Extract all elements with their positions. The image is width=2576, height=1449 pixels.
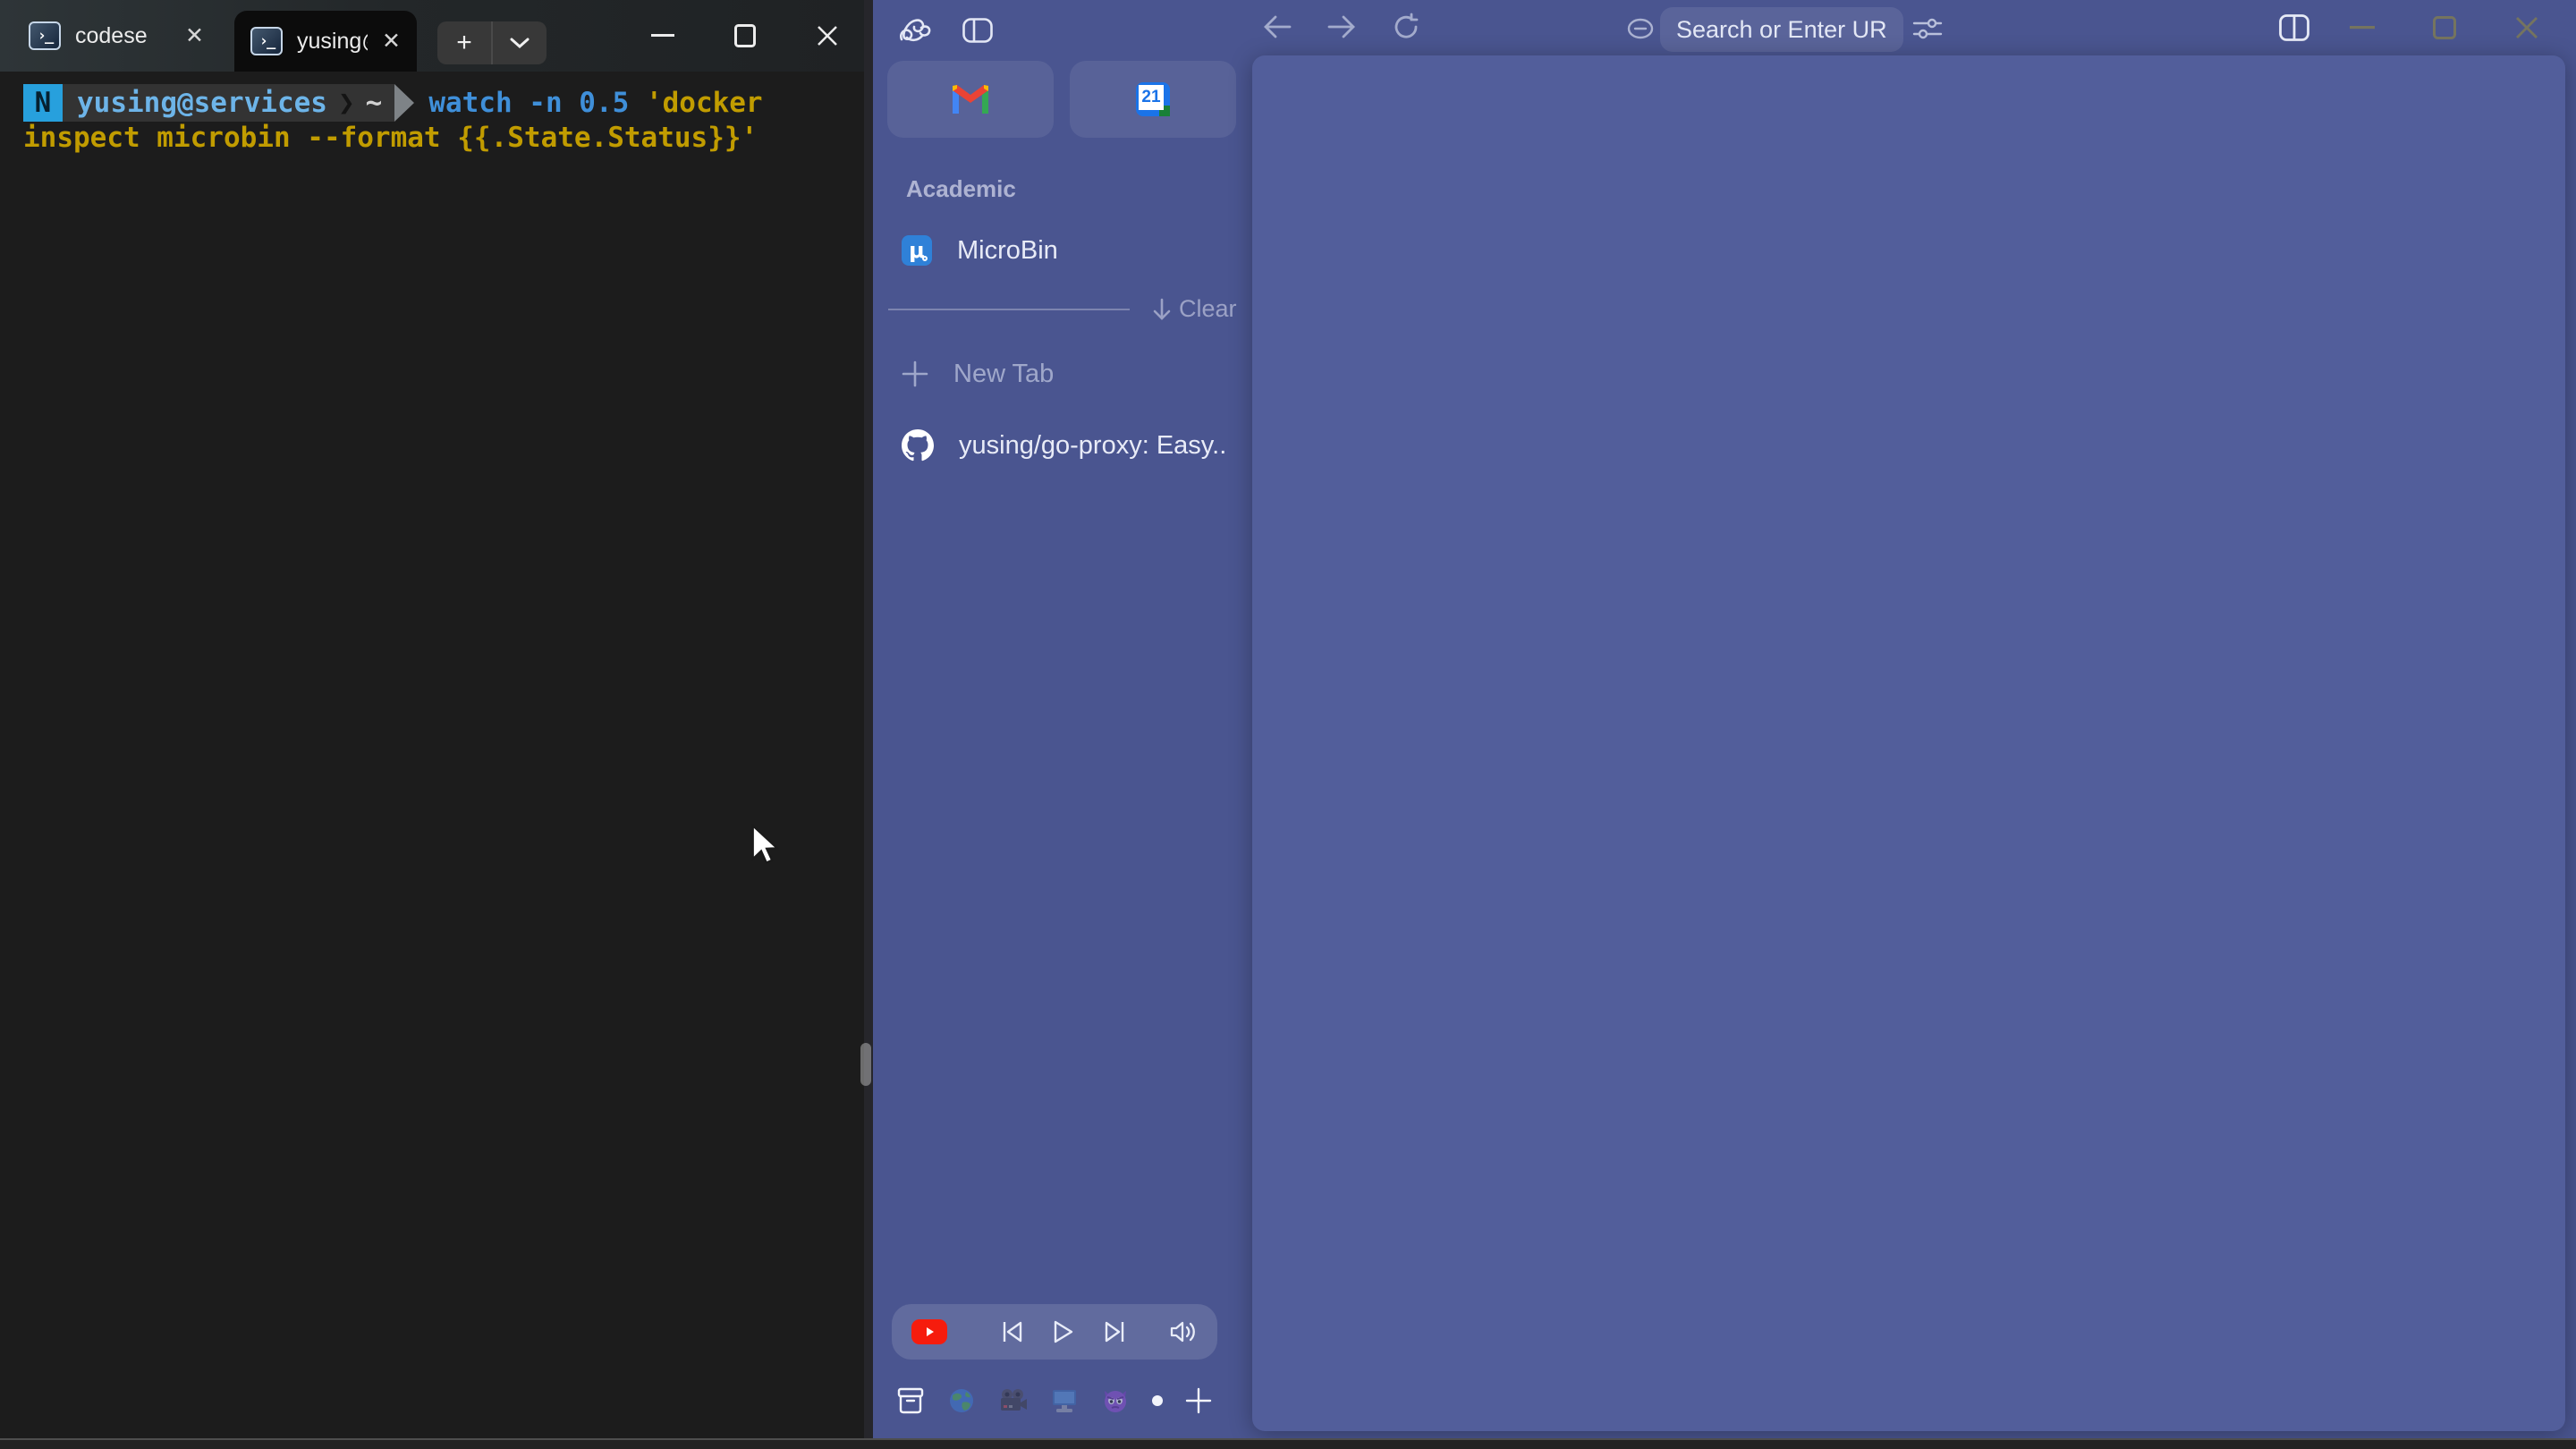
- terminal-maximize-button[interactable]: [714, 0, 776, 72]
- command-line-2: inspect microbin --format {{.State.Statu…: [23, 122, 758, 154]
- sidebar-tab-go-proxy[interactable]: yusing/go-proxy: Easy...: [894, 420, 1231, 470]
- tab-title: yusing/go-proxy: Easy...: [959, 431, 1227, 461]
- next-track-button[interactable]: [1103, 1319, 1126, 1344]
- tab-title: MicroBin: [957, 236, 1058, 266]
- github-icon: [902, 429, 934, 462]
- archive-box-icon[interactable]: [895, 1385, 926, 1416]
- browser-window: Search or Enter URL... 21: [873, 0, 2576, 1449]
- terminal-tab-yusing[interactable]: ›_ yusing@ ✕: [234, 11, 417, 72]
- reload-button[interactable]: [1392, 13, 1420, 41]
- link-icon[interactable]: [1626, 18, 1655, 39]
- terminal-tab-bar: ›_ codese ✕ ›_ yusing@ ✕ +: [0, 0, 869, 72]
- taskbar-edge: [0, 1438, 2576, 1449]
- powershell-icon: ›_: [250, 27, 283, 55]
- resize-handle[interactable]: [860, 1043, 871, 1086]
- essential-tab-gmail[interactable]: [887, 61, 1054, 138]
- forward-button[interactable]: [1327, 14, 1356, 39]
- volume-icon[interactable]: [1169, 1319, 1198, 1344]
- essential-tab-google-calendar[interactable]: 21: [1070, 61, 1236, 138]
- split-view-icon[interactable]: [2279, 14, 2309, 41]
- terminal-prompt: N yusing@services ❯ ~ watch -n 0.5 'dock…: [23, 84, 763, 122]
- terminal-new-tab-group: +: [437, 21, 547, 64]
- movie-camera-icon[interactable]: [998, 1385, 1029, 1416]
- globe-icon[interactable]: [946, 1385, 977, 1416]
- browser-close-button[interactable]: [2492, 0, 2562, 55]
- terminal-tab-codese[interactable]: ›_ codese ✕: [13, 0, 220, 72]
- previous-track-button[interactable]: [1001, 1319, 1024, 1344]
- tab-close-icon[interactable]: ✕: [382, 28, 401, 55]
- sidebar-tab-microbin[interactable]: μ MicroBin: [894, 225, 1231, 275]
- arrow-down-icon: [1152, 298, 1172, 321]
- clear-label: Clear: [1179, 295, 1237, 323]
- mouse-cursor: [748, 823, 784, 869]
- desktop-computer-icon[interactable]: [1049, 1385, 1080, 1416]
- terminal-tab-title: codese: [75, 23, 148, 49]
- url-bar[interactable]: Search or Enter URL...: [1660, 7, 1903, 52]
- clear-tabs-button[interactable]: Clear: [1152, 295, 1237, 323]
- add-workspace-button[interactable]: [1183, 1385, 1214, 1416]
- back-button[interactable]: [1263, 14, 1292, 39]
- prompt-segment: yusing@services ❯ ~: [63, 84, 394, 122]
- window-divider[interactable]: [864, 0, 873, 1449]
- powershell-icon: ›_: [29, 21, 61, 50]
- plus-icon: [902, 360, 928, 387]
- preferences-sliders-icon[interactable]: [1912, 14, 1943, 43]
- workspace-section-label: Academic: [906, 175, 1016, 203]
- media-player: [892, 1304, 1217, 1360]
- browser-maximize-button[interactable]: [2410, 0, 2479, 55]
- youtube-icon[interactable]: [911, 1319, 947, 1344]
- powerline-arrow-icon: [394, 84, 414, 122]
- tab-close-icon[interactable]: ✕: [185, 22, 204, 49]
- devil-icon[interactable]: [1100, 1385, 1131, 1416]
- microbin-icon: μ: [902, 235, 932, 266]
- nushell-badge: N: [23, 84, 63, 122]
- sidebar-new-tab-button[interactable]: New Tab: [894, 349, 1231, 399]
- browser-minimize-button[interactable]: [2327, 0, 2397, 55]
- gmail-icon: [950, 84, 991, 114]
- browser-content-area[interactable]: [1252, 55, 2565, 1431]
- terminal-minimize-button[interactable]: [631, 0, 694, 72]
- prompt-path: ~: [366, 87, 383, 119]
- prompt-chevron: ❯: [338, 87, 355, 119]
- url-placeholder: Search or Enter URL...: [1676, 16, 1887, 44]
- play-button[interactable]: [1053, 1319, 1074, 1344]
- terminal-close-button[interactable]: [796, 0, 859, 72]
- tab-dropdown-button[interactable]: [493, 21, 547, 64]
- zen-logo-icon[interactable]: [898, 16, 932, 45]
- command-line-1: watch -n 0.5 'docker: [428, 87, 762, 119]
- terminal-window: ›_ codese ✕ ›_ yusing@ ✕ + N yusing@s: [0, 0, 869, 1449]
- workspace-switcher: [892, 1376, 1217, 1426]
- divider: [888, 309, 1130, 310]
- prompt-user: yusing@services: [77, 87, 327, 119]
- new-tab-button[interactable]: +: [437, 21, 493, 64]
- new-tab-label: New Tab: [953, 360, 1054, 389]
- google-calendar-icon: 21: [1136, 82, 1170, 116]
- terminal-tab-title: yusing@: [297, 29, 368, 55]
- workspace-indicator-dot[interactable]: [1152, 1395, 1163, 1406]
- sidebar-toggle-icon[interactable]: [962, 18, 993, 43]
